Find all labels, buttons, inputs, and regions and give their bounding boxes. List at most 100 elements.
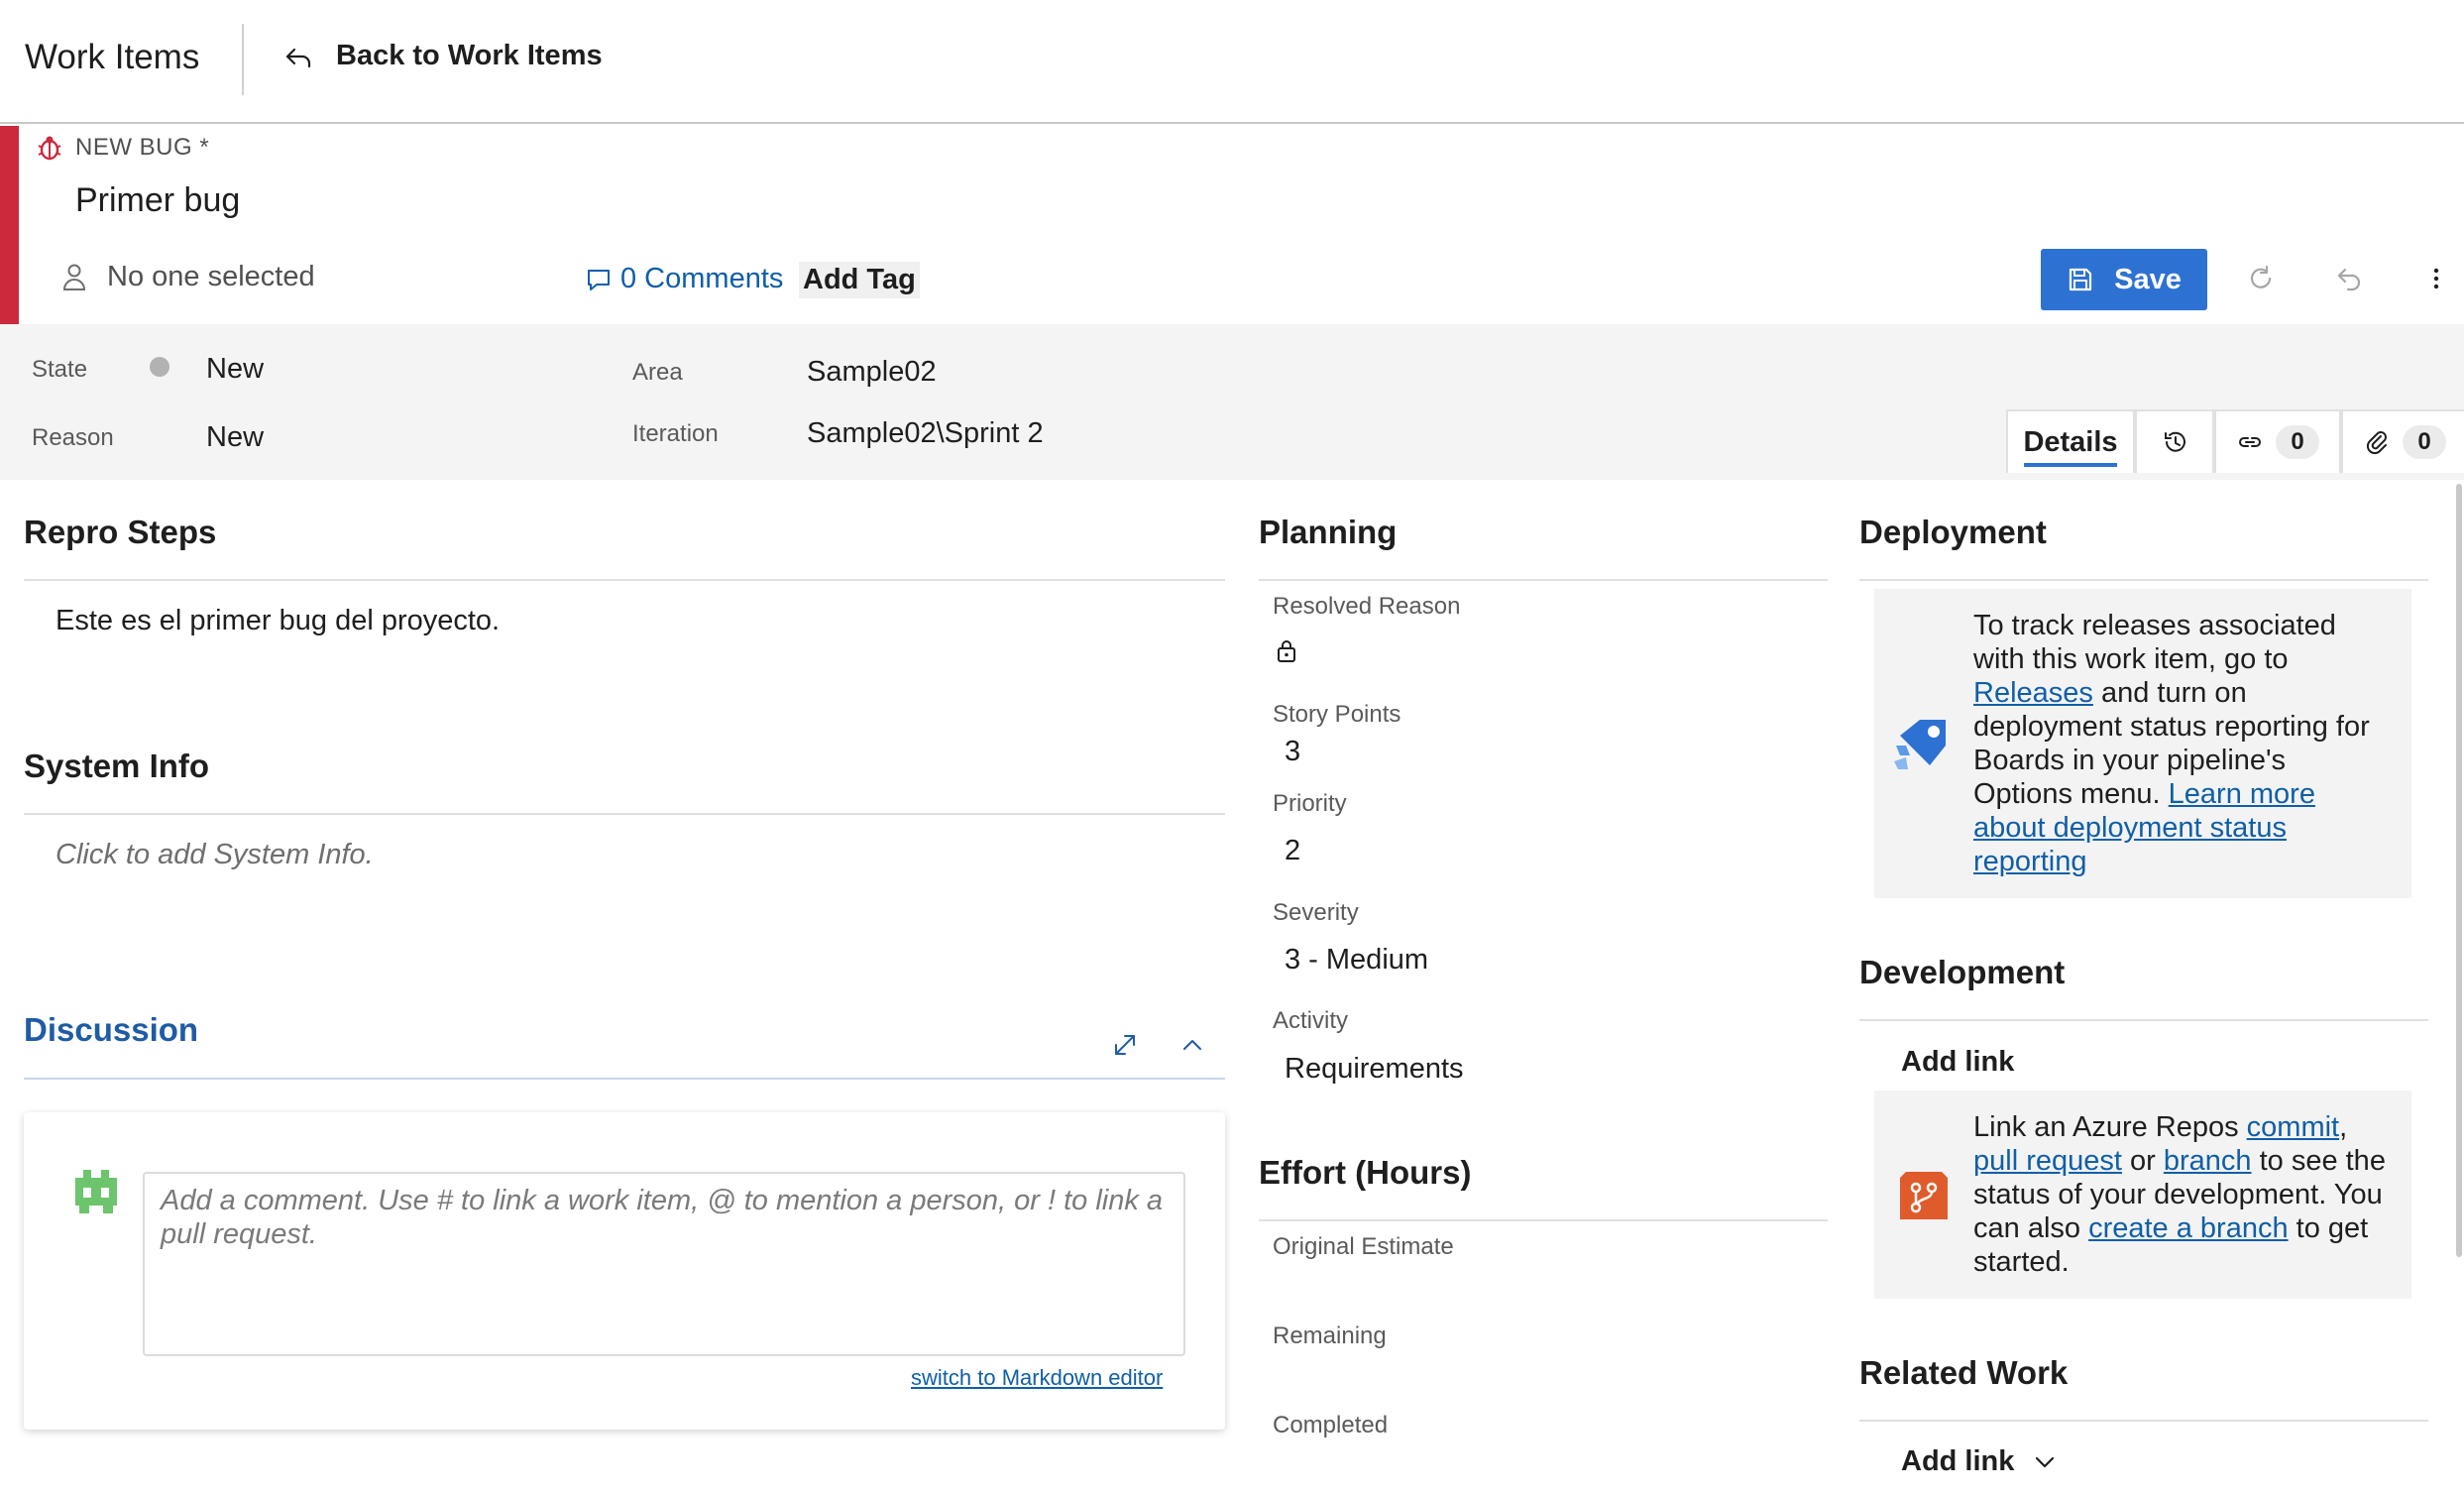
development-divider xyxy=(1859,1019,2428,1021)
discussion-card: Add a comment. Use # to link a work item… xyxy=(24,1112,1225,1430)
state-label: State xyxy=(32,356,88,383)
bug-icon xyxy=(38,136,61,161)
assignee-picker[interactable]: No one selected xyxy=(61,261,315,293)
state-value[interactable]: New xyxy=(206,353,264,386)
related-work-divider xyxy=(1859,1420,2428,1422)
activity-value[interactable]: Requirements xyxy=(1285,1053,1464,1086)
effort-divider xyxy=(1259,1219,1828,1221)
attachments-count: 0 xyxy=(2403,425,2446,459)
save-button[interactable]: Save xyxy=(2041,249,2207,310)
expand-icon xyxy=(1115,1035,1135,1055)
back-arrow-icon xyxy=(285,48,311,67)
expand-discussion-button[interactable] xyxy=(1101,1021,1149,1069)
link-icon xyxy=(2239,437,2261,447)
iteration-value[interactable]: Sample02\Sprint 2 xyxy=(807,417,1044,450)
comment-icon xyxy=(588,269,610,290)
switch-to-markdown-link[interactable]: switch to Markdown editor xyxy=(911,1365,1163,1391)
development-add-link[interactable]: Add link xyxy=(1901,1046,2014,1079)
planning-divider xyxy=(1259,579,1828,581)
scrollbar[interactable] xyxy=(2456,484,2462,1257)
back-to-work-items-link[interactable]: Back to Work Items xyxy=(282,40,603,72)
related-add-link-label: Add link xyxy=(1901,1445,2015,1477)
priority-label: Priority xyxy=(1273,790,1347,817)
repro-steps-text[interactable]: Este es el primer bug del proyecto. xyxy=(56,605,500,637)
comment-input[interactable]: Add a comment. Use # to link a work item… xyxy=(143,1172,1185,1356)
completed-label: Completed xyxy=(1273,1412,1389,1438)
area-value[interactable]: Sample02 xyxy=(807,356,937,389)
create-branch-link[interactable]: create a branch xyxy=(2088,1212,2289,1244)
deployment-text-1: To track releases associated with this w… xyxy=(1973,610,2336,675)
commit-link[interactable]: commit xyxy=(2247,1111,2339,1143)
save-icon xyxy=(2070,268,2092,291)
development-info-card: Link an Azure Repos commit, pull request… xyxy=(1874,1091,2411,1299)
tab-history[interactable] xyxy=(2135,409,2214,473)
related-work-title: Related Work xyxy=(1859,1354,2069,1391)
add-tag-button[interactable]: Add Tag xyxy=(799,262,920,298)
development-text-1: Link an Azure Repos xyxy=(1973,1111,2247,1143)
development-or-text: or xyxy=(2121,1145,2164,1177)
tab-attachments[interactable]: 0 xyxy=(2341,409,2464,473)
back-label: Back to Work Items xyxy=(336,40,603,71)
discussion-divider xyxy=(24,1078,1225,1080)
area-label: Area xyxy=(632,359,683,386)
tab-details-label: Details xyxy=(2023,425,2118,458)
person-icon xyxy=(62,264,86,290)
paperclip-icon xyxy=(2366,431,2387,455)
top-divider xyxy=(242,24,244,95)
priority-value[interactable]: 2 xyxy=(1285,835,1300,867)
save-label: Save xyxy=(2114,263,2182,295)
releases-link[interactable]: Releases xyxy=(1973,677,2093,709)
effort-title: Effort (Hours) xyxy=(1259,1154,1472,1191)
development-comma: , xyxy=(2339,1111,2348,1143)
pull-request-link[interactable]: pull request xyxy=(1973,1145,2122,1177)
work-item-title[interactable]: Primer bug xyxy=(75,181,240,220)
deployment-title: Deployment xyxy=(1859,514,2047,550)
more-actions-button[interactable] xyxy=(2412,255,2460,302)
discussion-title: Discussion xyxy=(24,1011,199,1048)
development-title: Development xyxy=(1859,954,2066,990)
branch-link[interactable]: branch xyxy=(2164,1145,2252,1177)
story-points-value[interactable]: 3 xyxy=(1285,736,1300,768)
development-add-link-label: Add link xyxy=(1901,1046,2015,1078)
work-item-type-label: NEW BUG * xyxy=(75,134,210,161)
original-estimate-label: Original Estimate xyxy=(1273,1233,1454,1260)
undo-icon xyxy=(2337,268,2361,291)
work-item-tabs: Details 0 0 xyxy=(2006,409,2464,473)
severity-value[interactable]: 3 - Medium xyxy=(1285,944,1428,977)
chevron-up-icon xyxy=(1183,1040,1201,1050)
remaining-label: Remaining xyxy=(1273,1322,1387,1349)
severity-label: Severity xyxy=(1273,899,1359,926)
system-info-placeholder[interactable]: Click to add System Info. xyxy=(56,839,374,871)
work-item-type-color-bar xyxy=(0,126,19,324)
history-icon xyxy=(2165,431,2185,452)
tab-links[interactable]: 0 xyxy=(2214,409,2341,473)
assignee-label: No one selected xyxy=(107,261,315,292)
lock-icon xyxy=(1278,640,1295,662)
comments-link[interactable]: 0 Comments xyxy=(585,263,783,295)
repro-steps-divider xyxy=(24,579,1225,581)
more-vertical-icon xyxy=(2433,268,2439,289)
repro-steps-title: Repro Steps xyxy=(24,514,217,550)
tab-details[interactable]: Details xyxy=(2006,409,2135,473)
reason-label: Reason xyxy=(32,424,114,451)
related-add-link[interactable]: Add link xyxy=(1901,1445,2058,1478)
state-indicator-dot xyxy=(150,357,169,377)
collapse-discussion-button[interactable] xyxy=(1169,1021,1216,1069)
system-info-divider xyxy=(24,813,1225,815)
chevron-down-icon xyxy=(2036,1456,2055,1467)
user-avatar xyxy=(75,1170,117,1213)
work-item-header: NEW BUG * Primer bug No one selected 0 C… xyxy=(0,126,2464,324)
deployment-divider xyxy=(1859,579,2428,581)
planning-title: Planning xyxy=(1259,514,1398,550)
reason-value[interactable]: New xyxy=(206,421,264,454)
development-info-text: Link an Azure Repos commit, pull request… xyxy=(1973,1110,2390,1279)
refresh-icon xyxy=(2250,265,2272,288)
iteration-label: Iteration xyxy=(632,420,719,447)
undo-button[interactable] xyxy=(2325,255,2373,302)
repos-icon xyxy=(1900,1172,1948,1219)
deployment-info-card: To track releases associated with this w… xyxy=(1874,589,2411,898)
top-bar: Work Items Back to Work Items xyxy=(0,0,2464,124)
app-title: Work Items xyxy=(25,38,200,76)
refresh-button[interactable] xyxy=(2237,255,2285,302)
deployment-info-text: To track releases associated with this w… xyxy=(1973,609,2390,878)
